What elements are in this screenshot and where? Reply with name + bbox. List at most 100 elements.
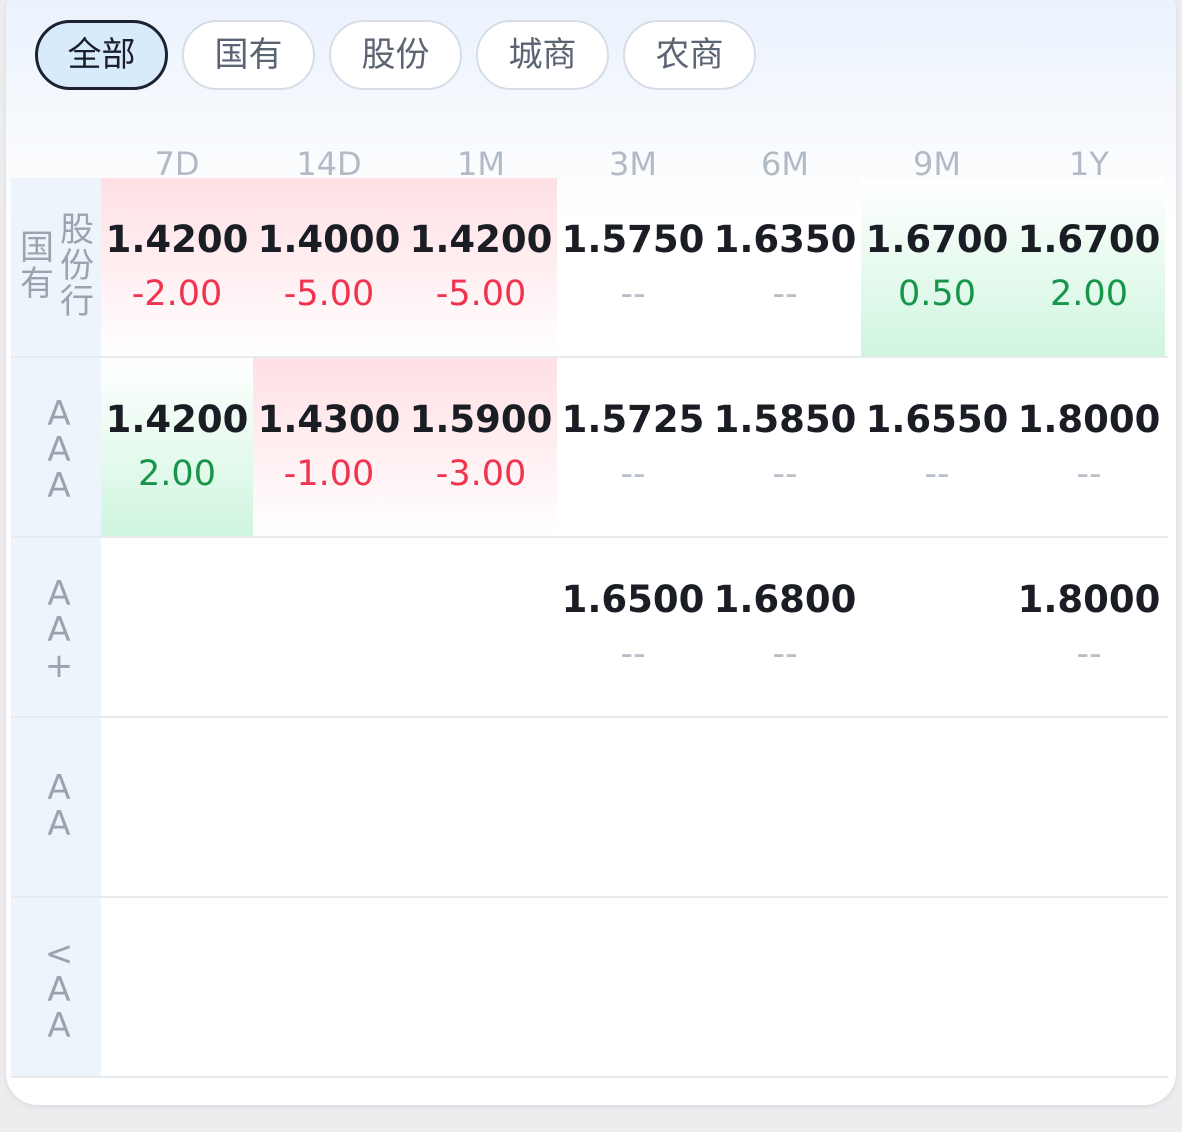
filter-chip-4[interactable]: 农商: [623, 20, 756, 90]
table-row: A A +1.6500 -- 1.6800 -- 1.8000 --: [11, 538, 1168, 718]
row-label-char: 有: [20, 264, 54, 304]
rate-cell[interactable]: 1.4200 -2.00: [101, 178, 253, 356]
rate-change: -1.00: [283, 454, 375, 494]
row-label-char: 份: [60, 246, 94, 286]
rate-cell[interactable]: 1.8000 --: [1013, 358, 1165, 536]
rate-value: 1.6700: [865, 218, 1009, 261]
rate-cell[interactable]: 1.4200 2.00: [101, 358, 253, 536]
rate-value: 1.4200: [105, 218, 249, 261]
rate-value: 1.4000: [257, 218, 401, 261]
row-label-char: A: [47, 610, 71, 650]
row-label-char: A: [47, 804, 71, 844]
table-row: 国有股份行 1.4200 -2.00 1.4000 -5.00 1.4200 -5.00 1.…: [11, 178, 1168, 358]
row-label-char: A: [47, 394, 71, 434]
row-label-char: A: [47, 1006, 71, 1046]
rate-cell[interactable]: 1.6500 --: [557, 538, 709, 716]
rate-cell: [709, 718, 861, 896]
rate-cell: [101, 898, 253, 1076]
rate-cell[interactable]: 1.5900 -3.00: [405, 358, 557, 536]
rate-cell: [405, 898, 557, 1076]
rate-value: 1.4300: [257, 398, 401, 441]
row-label-char: 行: [60, 282, 94, 322]
filter-chip-2[interactable]: 股份: [329, 20, 462, 90]
rate-cell[interactable]: 1.4000 -5.00: [253, 178, 405, 356]
rate-cell[interactable]: 1.6700 0.50: [861, 178, 1013, 356]
rate-cell: [405, 718, 557, 896]
rate-cell[interactable]: 1.5850 --: [709, 358, 861, 536]
row-label-char: +: [44, 646, 74, 686]
rate-change: 0.50: [898, 274, 976, 314]
rate-cell[interactable]: 1.5750 --: [557, 178, 709, 356]
rate-cell[interactable]: 1.8000 --: [1013, 538, 1165, 716]
row-label-char: A: [47, 430, 71, 470]
rate-cell[interactable]: 1.4300 -1.00: [253, 358, 405, 536]
rate-cell[interactable]: 1.5725 --: [557, 358, 709, 536]
rate-cell: [861, 898, 1013, 1076]
rate-cell[interactable]: 1.6550 --: [861, 358, 1013, 536]
rate-change: -3.00: [435, 454, 527, 494]
row-label: 国有股份行: [11, 178, 101, 356]
rate-change: --: [924, 454, 950, 494]
rate-change: --: [1076, 634, 1102, 674]
row-label-char: A: [47, 574, 71, 614]
rate-value: 1.8000: [1017, 578, 1161, 621]
rate-value: 1.5725: [561, 398, 705, 441]
rate-change: --: [620, 634, 646, 674]
rate-cell: [861, 538, 1013, 716]
rate-value: 1.4200: [409, 218, 553, 261]
row-label: A A +: [11, 538, 101, 716]
rate-table-card: 全部 国有 股份 城商 农商 7D 14D 1M 3M 6M 9M 1Y 国有股份行 1.4200 -2…: [6, 0, 1176, 1105]
rate-change: --: [772, 274, 798, 314]
row-label-char: <: [44, 934, 74, 974]
rate-cell: [709, 898, 861, 1076]
rate-change: -5.00: [435, 274, 527, 314]
rate-cell[interactable]: 1.6800 --: [709, 538, 861, 716]
rate-change: --: [1076, 454, 1102, 494]
rate-change: --: [772, 454, 798, 494]
rate-value: 1.5850: [713, 398, 857, 441]
rate-change: --: [620, 274, 646, 314]
rate-cell: [861, 718, 1013, 896]
row-label: AA: [11, 718, 101, 896]
rate-cell: [253, 898, 405, 1076]
rate-value: 1.6350: [713, 218, 857, 261]
row-label-char: A: [47, 970, 71, 1010]
rate-cell: [101, 718, 253, 896]
rate-cell: [557, 718, 709, 896]
row-label-char: 国: [20, 228, 54, 268]
row-label: AAA: [11, 358, 101, 536]
rate-cell[interactable]: 1.6350 --: [709, 178, 861, 356]
row-label-char: 股: [60, 210, 94, 250]
table-row: AA: [11, 718, 1168, 898]
rate-cell: [1013, 898, 1165, 1076]
table-row: < A A: [11, 898, 1168, 1078]
row-label-char: A: [47, 768, 71, 808]
filter-chip-3[interactable]: 城商: [476, 20, 609, 90]
rate-cell[interactable]: 1.6700 2.00: [1013, 178, 1165, 356]
bank-type-filter-bar: 全部 国有 股份 城商 农商: [35, 20, 770, 90]
rate-value: 1.4200: [105, 398, 249, 441]
rate-change: -5.00: [283, 274, 375, 314]
rate-value: 1.6500: [561, 578, 705, 621]
rate-change: --: [772, 634, 798, 674]
row-label-char: A: [47, 466, 71, 506]
row-label: < A A: [11, 898, 101, 1076]
filter-chip-1[interactable]: 国有: [182, 20, 315, 90]
rate-change: 2.00: [138, 454, 216, 494]
rate-cell: [1013, 718, 1165, 896]
rate-cell: [405, 538, 557, 716]
rate-value: 1.6550: [865, 398, 1009, 441]
rate-value: 1.5750: [561, 218, 705, 261]
rate-change: 2.00: [1050, 274, 1128, 314]
rate-value: 1.6800: [713, 578, 857, 621]
rate-change: --: [620, 454, 646, 494]
filter-chip-0[interactable]: 全部: [35, 20, 168, 90]
rate-value: 1.5900: [409, 398, 553, 441]
rate-change: -2.00: [131, 274, 223, 314]
rate-cell: [101, 538, 253, 716]
table-row: A A A 1.4200 2.00 1.4300 -1.00 1.5900 -3.00 1.572…: [11, 358, 1168, 538]
rate-cell: [557, 898, 709, 1076]
rate-cell[interactable]: 1.4200 -5.00: [405, 178, 557, 356]
rate-value: 1.8000: [1017, 398, 1161, 441]
rate-cell: [253, 538, 405, 716]
